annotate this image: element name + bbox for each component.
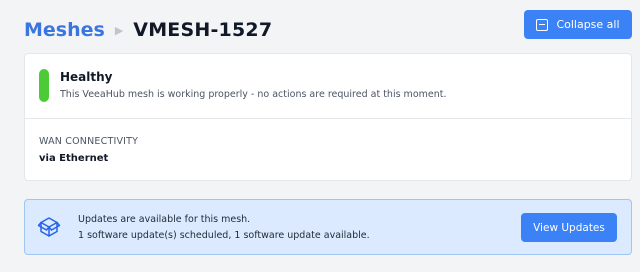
health-indicator (39, 69, 49, 102)
page-title: VMESH-1527 (133, 19, 273, 41)
wan-connectivity-value: via Ethernet (39, 153, 109, 164)
mesh-detail-page: Meshes ▶ VMESH-1527 Collapse all Healthy… (0, 0, 640, 272)
updates-available-text: Updates are available for this mesh. (78, 214, 251, 225)
health-status-description: This VeeaHub mesh is working properly - … (60, 89, 447, 100)
breadcrumb-meshes-link[interactable]: Meshes (24, 19, 105, 41)
updates-banner: Updates are available for this mesh. 1 s… (24, 199, 632, 255)
health-status-row: Healthy This VeeaHub mesh is working pro… (25, 54, 631, 118)
collapse-all-button[interactable]: Collapse all (524, 10, 632, 39)
breadcrumb: Meshes ▶ VMESH-1527 (24, 16, 272, 44)
chevron-right-icon: ▶ (114, 23, 124, 37)
card-divider (25, 118, 631, 119)
health-status-title: Healthy (60, 70, 113, 84)
package-icon (37, 217, 61, 237)
mesh-status-card: Healthy This VeeaHub mesh is working pro… (24, 53, 632, 181)
updates-summary-text: 1 software update(s) scheduled, 1 softwa… (78, 230, 370, 241)
collapse-icon (536, 18, 549, 31)
collapse-all-label: Collapse all (556, 18, 620, 31)
view-updates-button[interactable]: View Updates (521, 213, 617, 242)
wan-connectivity-label: WAN CONNECTIVITY (39, 136, 139, 147)
